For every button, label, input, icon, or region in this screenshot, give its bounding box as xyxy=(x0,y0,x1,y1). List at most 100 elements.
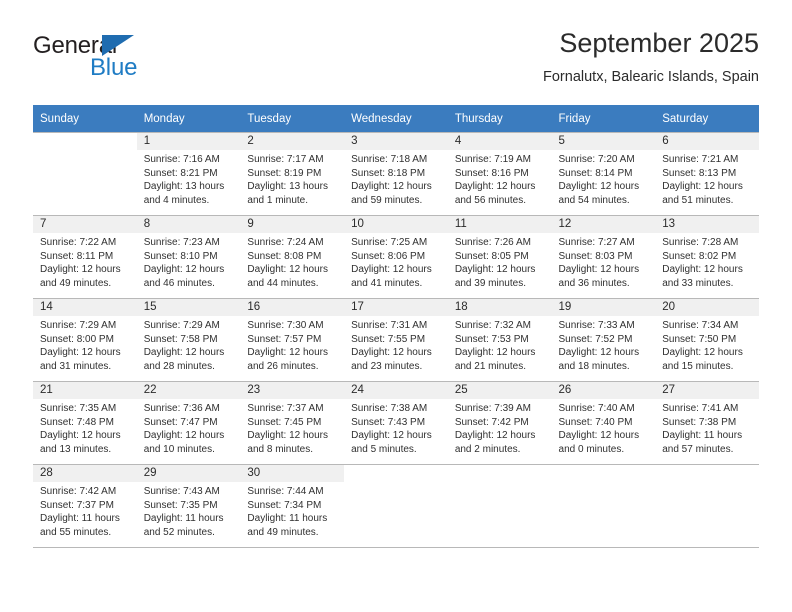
day-info-line: Daylight: 12 hours xyxy=(454,264,536,276)
day-number: 15 xyxy=(136,299,241,316)
calendar-day-cell[interactable] xyxy=(344,464,448,548)
day-info-line: Sunset: 8:10 PM xyxy=(143,250,218,262)
day-info-line: Sunset: 7:53 PM xyxy=(454,333,529,345)
day-info-line: and 44 minutes. xyxy=(247,277,319,289)
calendar-week-row: 21 Sunrise: 7:35 AM Sunset: 7:48 PM Dayligh… xyxy=(33,381,759,465)
day-number xyxy=(344,465,448,482)
day-cell-content: 13 Sunrise: 7:28 AM Sunset: 8:02 PM Dayligh… xyxy=(655,216,759,298)
day-info-line: and 52 minutes. xyxy=(143,526,215,538)
page-title: September 2025 xyxy=(559,28,759,58)
day-cell-content: 14 Sunrise: 7:29 AM Sunset: 8:00 PM Dayligh… xyxy=(33,299,137,381)
day-info-line: Sunset: 7:48 PM xyxy=(40,416,114,428)
calendar-day-cell[interactable]: 22 Sunrise: 7:36 AM Sunset: 7:47 PM Dayligh… xyxy=(136,381,241,465)
day-number: 29 xyxy=(136,465,241,482)
calendar-day-cell[interactable]: 30 Sunrise: 7:44 AM Sunset: 7:34 PM Dayligh… xyxy=(240,464,345,548)
day-sun-info xyxy=(33,150,137,153)
calendar-day-cell[interactable] xyxy=(33,132,137,216)
day-info-line: Sunset: 8:18 PM xyxy=(351,167,426,179)
day-info-line: Sunset: 8:13 PM xyxy=(662,167,737,179)
calendar-day-cell[interactable]: 10 Sunrise: 7:25 AM Sunset: 8:06 PM Dayligh… xyxy=(344,215,448,299)
day-sun-info: Sunrise: 7:29 AM Sunset: 8:00 PM Daylight:… xyxy=(33,316,137,373)
calendar-day-cell[interactable]: 20 Sunrise: 7:34 AM Sunset: 7:50 PM Dayligh… xyxy=(655,298,759,382)
day-info-line: Sunrise: 7:37 AM xyxy=(247,403,324,414)
calendar-day-cell[interactable]: 7 Sunrise: 7:22 AM Sunset: 8:11 PM Daylight… xyxy=(33,215,137,299)
calendar-day-cell[interactable]: 11 Sunrise: 7:26 AM Sunset: 8:05 PM Dayligh… xyxy=(447,215,552,299)
day-info-line: and 54 minutes. xyxy=(558,194,630,206)
day-cell-content: 24 Sunrise: 7:38 AM Sunset: 7:43 PM Dayligh… xyxy=(344,382,448,464)
calendar-day-cell[interactable]: 16 Sunrise: 7:30 AM Sunset: 7:57 PM Dayligh… xyxy=(240,298,345,382)
day-number: 13 xyxy=(655,216,759,233)
day-cell-content: 30 Sunrise: 7:44 AM Sunset: 7:34 PM Dayligh… xyxy=(240,465,345,547)
day-sun-info: Sunrise: 7:34 AM Sunset: 7:50 PM Daylight:… xyxy=(655,316,759,373)
day-sun-info: Sunrise: 7:37 AM Sunset: 7:45 PM Daylight:… xyxy=(240,399,344,456)
day-info-line: Sunrise: 7:24 AM xyxy=(247,237,324,248)
day-info-line: Sunrise: 7:26 AM xyxy=(454,237,531,248)
calendar-day-cell[interactable]: 17 Sunrise: 7:31 AM Sunset: 7:55 PM Dayligh… xyxy=(344,298,448,382)
day-sun-info: Sunrise: 7:31 AM Sunset: 7:55 PM Daylight:… xyxy=(344,316,448,373)
day-info-line: Daylight: 12 hours xyxy=(662,181,743,193)
day-cell-content: 26 Sunrise: 7:40 AM Sunset: 7:40 PM Dayligh… xyxy=(551,382,656,464)
day-info-line: Sunset: 7:57 PM xyxy=(247,333,322,345)
day-cell-content: 11 Sunrise: 7:26 AM Sunset: 8:05 PM Dayligh… xyxy=(447,216,552,298)
calendar-day-cell[interactable]: 9 Sunrise: 7:24 AM Sunset: 8:08 PM Daylight… xyxy=(240,215,345,299)
calendar-day-cell[interactable] xyxy=(655,464,759,548)
day-info-line: Daylight: 12 hours xyxy=(662,347,743,359)
calendar-day-cell[interactable]: 1 Sunrise: 7:16 AM Sunset: 8:21 PM Daylight… xyxy=(136,132,241,216)
calendar-day-cell[interactable]: 3 Sunrise: 7:18 AM Sunset: 8:18 PM Daylight… xyxy=(344,132,448,216)
day-number: 30 xyxy=(240,465,345,482)
day-info-line: Sunset: 7:52 PM xyxy=(558,333,633,345)
calendar-day-cell[interactable]: 13 Sunrise: 7:28 AM Sunset: 8:02 PM Dayligh… xyxy=(655,215,759,299)
day-info-line: Sunset: 7:34 PM xyxy=(247,499,322,511)
day-info-line: Daylight: 11 hours xyxy=(247,513,328,525)
calendar-day-cell[interactable]: 26 Sunrise: 7:40 AM Sunset: 7:40 PM Dayligh… xyxy=(551,381,656,465)
day-cell-content: 23 Sunrise: 7:37 AM Sunset: 7:45 PM Dayligh… xyxy=(240,382,345,464)
calendar-day-cell[interactable]: 27 Sunrise: 7:41 AM Sunset: 7:38 PM Dayligh… xyxy=(655,381,759,465)
day-info-line: Sunset: 7:38 PM xyxy=(662,416,737,428)
day-number: 6 xyxy=(655,133,759,150)
calendar-week-row: 1 Sunrise: 7:16 AM Sunset: 8:21 PM Daylight… xyxy=(33,132,759,216)
day-info-line: and 51 minutes. xyxy=(662,194,734,206)
calendar-day-cell[interactable]: 18 Sunrise: 7:32 AM Sunset: 7:53 PM Dayligh… xyxy=(447,298,552,382)
day-info-line: and 49 minutes. xyxy=(40,277,112,289)
weekday-header-sunday: Sunday xyxy=(33,105,137,133)
logo-triangle-icon xyxy=(102,35,134,56)
day-info-line: Daylight: 12 hours xyxy=(454,181,536,193)
day-info-line: Sunrise: 7:29 AM xyxy=(40,320,117,331)
day-info-line: Sunrise: 7:19 AM xyxy=(454,154,531,165)
day-sun-info: Sunrise: 7:32 AM Sunset: 7:53 PM Daylight:… xyxy=(448,316,552,373)
day-info-line: Daylight: 12 hours xyxy=(558,430,640,442)
day-sun-info: Sunrise: 7:40 AM Sunset: 7:40 PM Daylight:… xyxy=(552,399,656,456)
calendar-day-cell[interactable]: 24 Sunrise: 7:38 AM Sunset: 7:43 PM Dayligh… xyxy=(344,381,448,465)
day-cell-content: 20 Sunrise: 7:34 AM Sunset: 7:50 PM Dayligh… xyxy=(655,299,759,381)
calendar-day-cell[interactable]: 5 Sunrise: 7:20 AM Sunset: 8:14 PM Daylight… xyxy=(551,132,656,216)
calendar-day-cell[interactable] xyxy=(551,464,656,548)
day-info-line: Daylight: 12 hours xyxy=(351,181,432,193)
day-sun-info: Sunrise: 7:24 AM Sunset: 8:08 PM Daylight:… xyxy=(240,233,344,290)
day-sun-info: Sunrise: 7:41 AM Sunset: 7:38 PM Daylight:… xyxy=(655,399,759,456)
calendar-day-cell[interactable]: 25 Sunrise: 7:39 AM Sunset: 7:42 PM Dayligh… xyxy=(447,381,552,465)
calendar-day-cell[interactable]: 28 Sunrise: 7:42 AM Sunset: 7:37 PM Dayligh… xyxy=(33,464,137,548)
calendar-day-cell[interactable]: 14 Sunrise: 7:29 AM Sunset: 8:00 PM Dayligh… xyxy=(33,298,137,382)
day-info-line: Sunset: 8:02 PM xyxy=(662,250,737,262)
calendar-day-cell[interactable]: 6 Sunrise: 7:21 AM Sunset: 8:13 PM Daylight… xyxy=(655,132,759,216)
calendar-day-cell[interactable]: 29 Sunrise: 7:43 AM Sunset: 7:35 PM Dayligh… xyxy=(136,464,241,548)
day-number: 3 xyxy=(344,133,448,150)
calendar-day-cell[interactable] xyxy=(447,464,552,548)
calendar-day-cell[interactable]: 15 Sunrise: 7:29 AM Sunset: 7:58 PM Dayligh… xyxy=(136,298,241,382)
day-info-line: and 46 minutes. xyxy=(143,277,215,289)
weekday-header-tuesday: Tuesday xyxy=(240,105,345,133)
calendar-day-cell[interactable]: 2 Sunrise: 7:17 AM Sunset: 8:19 PM Daylight… xyxy=(240,132,345,216)
calendar-day-cell[interactable]: 12 Sunrise: 7:27 AM Sunset: 8:03 PM Dayligh… xyxy=(551,215,656,299)
weekday-header-wednesday: Wednesday xyxy=(344,105,448,133)
day-cell-content: 12 Sunrise: 7:27 AM Sunset: 8:03 PM Dayligh… xyxy=(551,216,656,298)
day-number: 11 xyxy=(447,216,552,233)
day-cell-content xyxy=(552,465,656,547)
calendar-grid: Sunday Monday Tuesday Wednesday Thursday… xyxy=(33,105,759,548)
calendar-day-cell[interactable]: 4 Sunrise: 7:19 AM Sunset: 8:16 PM Daylight… xyxy=(447,132,552,216)
calendar-day-cell[interactable]: 19 Sunrise: 7:33 AM Sunset: 7:52 PM Dayligh… xyxy=(551,298,656,382)
calendar-day-cell[interactable]: 23 Sunrise: 7:37 AM Sunset: 7:45 PM Dayligh… xyxy=(240,381,345,465)
calendar-day-cell[interactable]: 8 Sunrise: 7:23 AM Sunset: 8:10 PM Daylight… xyxy=(136,215,241,299)
calendar-day-cell[interactable]: 21 Sunrise: 7:35 AM Sunset: 7:48 PM Dayligh… xyxy=(33,381,137,465)
day-cell-content xyxy=(344,465,448,547)
day-number: 26 xyxy=(551,382,656,399)
